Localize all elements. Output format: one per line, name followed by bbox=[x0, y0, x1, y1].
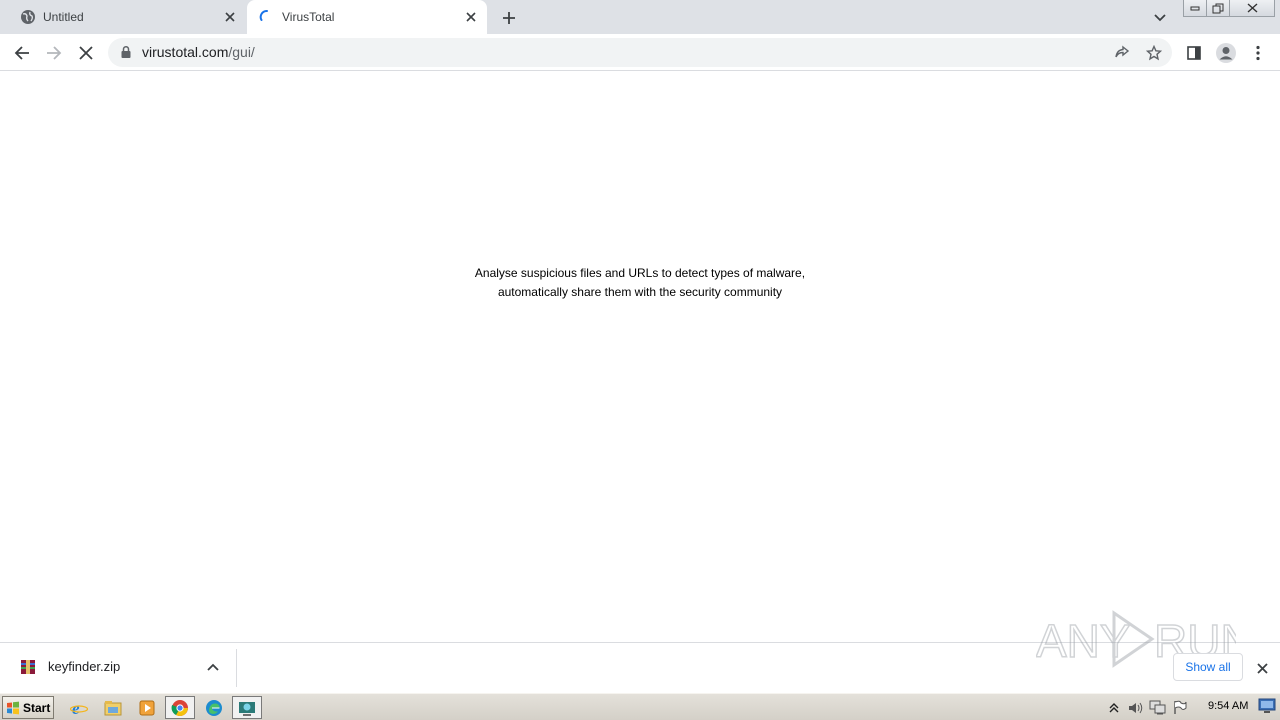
close-icon bbox=[1256, 662, 1268, 674]
plus-icon bbox=[503, 12, 515, 24]
arrow-left-icon bbox=[14, 46, 29, 60]
download-shelf: keyfinder.zip ANY RUN Show all bbox=[0, 610, 1280, 692]
media-player-icon[interactable] bbox=[132, 696, 162, 719]
restore-button[interactable] bbox=[1206, 0, 1230, 17]
start-label: Start bbox=[23, 700, 51, 715]
svg-text:e: e bbox=[72, 699, 80, 717]
network-tool-icon[interactable] bbox=[232, 696, 262, 719]
restore-icon bbox=[1212, 3, 1224, 13]
browser-toolbar: virustotal.com/gui/ bbox=[0, 34, 1280, 71]
close-icon bbox=[1247, 3, 1257, 13]
back-button[interactable] bbox=[9, 40, 35, 66]
side-panel-button[interactable] bbox=[1182, 41, 1206, 65]
system-tray bbox=[1104, 696, 1280, 719]
tab-title: Untitled bbox=[43, 10, 84, 24]
volume-icon[interactable] bbox=[1126, 699, 1146, 717]
bookmark-star-icon[interactable] bbox=[1144, 43, 1164, 63]
avatar-icon bbox=[1216, 43, 1236, 63]
loading-spinner-icon bbox=[259, 10, 268, 21]
show-hidden-icons-icon[interactable] bbox=[1104, 699, 1124, 717]
close-tab-icon[interactable] bbox=[463, 9, 479, 25]
window-controls bbox=[1183, 0, 1275, 18]
chevron-up-icon bbox=[207, 663, 219, 671]
chevron-down-icon bbox=[1154, 14, 1166, 22]
stop-loading-button[interactable] bbox=[73, 40, 99, 66]
share-icon[interactable] bbox=[1112, 43, 1132, 63]
url-host: virustotal.com bbox=[142, 44, 229, 60]
tagline: Analyse suspicious files and URLs to det… bbox=[340, 264, 940, 302]
new-tab-button[interactable] bbox=[498, 7, 520, 29]
arrow-right-icon bbox=[47, 46, 62, 60]
windows-taskbar: Start e 9:54 AM bbox=[0, 693, 1280, 720]
globe-icon bbox=[21, 10, 35, 24]
show-all-button[interactable]: Show all bbox=[1173, 653, 1243, 681]
tab-title: VirusTotal bbox=[282, 10, 335, 24]
download-item[interactable]: keyfinder.zip bbox=[8, 650, 236, 684]
minimize-button[interactable] bbox=[1183, 0, 1207, 17]
minimize-icon bbox=[1190, 6, 1200, 11]
url-path: /gui/ bbox=[228, 44, 255, 60]
download-filename: keyfinder.zip bbox=[48, 659, 121, 674]
chrome-icon[interactable] bbox=[165, 696, 195, 719]
tab-search-button[interactable] bbox=[1150, 8, 1170, 28]
kebab-menu-icon bbox=[1256, 45, 1260, 61]
tagline-line-1: Analyse suspicious files and URLs to det… bbox=[474, 266, 806, 280]
show-desktop-icon[interactable] bbox=[1258, 698, 1276, 714]
profile-button[interactable] bbox=[1214, 41, 1238, 65]
network-status-icon[interactable] bbox=[1148, 699, 1168, 717]
close-shelf-button[interactable] bbox=[1252, 658, 1272, 678]
tab-virustotal[interactable]: VirusTotal bbox=[247, 0, 487, 34]
file-explorer-icon[interactable] bbox=[98, 696, 128, 719]
edge-icon[interactable] bbox=[199, 696, 229, 719]
archive-file-icon bbox=[21, 660, 35, 674]
side-panel-icon bbox=[1187, 46, 1201, 60]
svg-text:ANY: ANY bbox=[1036, 615, 1131, 667]
tagline-line-2: automatically share them with the securi… bbox=[497, 285, 783, 299]
lock-icon[interactable] bbox=[119, 45, 133, 59]
tab-strip: Untitled VirusTotal bbox=[0, 0, 1280, 34]
tab-untitled[interactable]: Untitled bbox=[8, 0, 246, 34]
start-button[interactable]: Start bbox=[2, 696, 54, 719]
windows-logo-icon bbox=[7, 701, 19, 714]
close-window-button[interactable] bbox=[1229, 0, 1275, 17]
divider bbox=[236, 649, 237, 687]
internet-explorer-icon[interactable]: e bbox=[64, 696, 94, 719]
download-options-button[interactable] bbox=[204, 658, 222, 676]
action-center-flag-icon[interactable] bbox=[1170, 699, 1190, 717]
close-tab-icon[interactable] bbox=[222, 9, 238, 25]
clock[interactable]: 9:54 AM bbox=[1208, 700, 1248, 712]
address-bar[interactable]: virustotal.com/gui/ bbox=[108, 38, 1172, 67]
page-content: Analyse suspicious files and URLs to det… bbox=[0, 72, 1280, 642]
stop-icon bbox=[79, 46, 93, 60]
menu-button[interactable] bbox=[1246, 41, 1270, 65]
forward-button[interactable] bbox=[41, 40, 67, 66]
url-text[interactable]: virustotal.com/gui/ bbox=[142, 44, 255, 60]
